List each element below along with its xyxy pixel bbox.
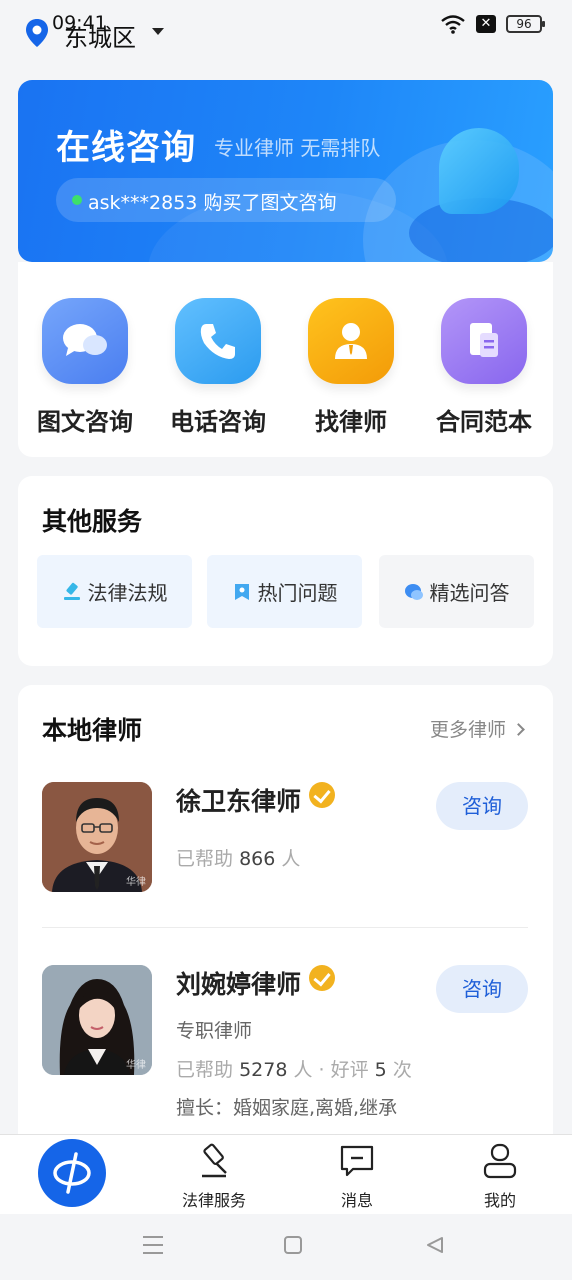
chip-label: 精选问答: [429, 581, 510, 605]
top-bar: 东城区 09:41 ✕ 96: [0, 0, 572, 66]
online-consult-banner[interactable]: 在线咨询 专业律师 无需排队 ask***2853 购买了图文咨询: [18, 80, 553, 262]
rating-unit: 次: [392, 1059, 412, 1081]
wifi-icon: [441, 15, 465, 34]
verified-badge-icon: [309, 965, 336, 991]
lawyer-avatar[interactable]: 华律: [42, 782, 152, 892]
local-lawyers-card: 本地律师 更多律师 华律 徐卫东律师 已帮助 866 人 咨询 华律 刘婉婷律师…: [18, 685, 553, 1145]
chip-selected-qa[interactable]: 精选问答: [379, 555, 534, 628]
status-icons: ✕ 96: [440, 14, 545, 34]
chevron-right-icon: [512, 723, 525, 736]
lawyer-name-text: 徐卫东律师: [176, 787, 302, 816]
chip-label: 热门问题: [257, 581, 338, 605]
chevron-down-icon[interactable]: [152, 28, 164, 35]
helped-count: 866: [239, 848, 276, 870]
menu-icon[interactable]: [143, 1236, 163, 1254]
tab-label: 法律服务: [181, 1191, 246, 1210]
back-triangle-icon[interactable]: [426, 1236, 444, 1254]
chip-hot-questions[interactable]: 热门问题: [207, 555, 362, 628]
helped-unit: 人: [281, 848, 301, 870]
chip-laws-regulations[interactable]: 法律法规: [37, 555, 192, 628]
photo-watermark: 华律: [126, 1060, 146, 1071]
photo-watermark: 华律: [126, 877, 146, 888]
service-phone-consult[interactable]: 电话咨询: [153, 298, 283, 437]
gavel-icon: [202, 1143, 227, 1178]
chat-bubbles-icon: [42, 298, 128, 384]
tab-label: 我的: [483, 1191, 516, 1210]
lawyer-person-icon: [308, 298, 394, 384]
tab-legal-services[interactable]: 法律服务: [164, 1143, 264, 1211]
user-icon: [483, 1143, 517, 1179]
section-title: 本地律师: [42, 716, 143, 745]
consult-button[interactable]: 咨询: [436, 782, 528, 830]
other-services-card: 其他服务 法律法规 热门问题 精选问答: [18, 476, 553, 666]
divider: [42, 927, 528, 928]
service-contract-templates[interactable]: 合同范本: [419, 298, 549, 437]
chat-bubble-3d-icon: [439, 128, 519, 214]
more-lawyers-label: 更多律师: [429, 719, 506, 741]
tab-mine[interactable]: 我的: [450, 1143, 550, 1211]
lawyer-specialty: 擅长：婚姻家庭,离婚,继承: [176, 1097, 398, 1119]
service-find-lawyer[interactable]: 找律师: [286, 298, 416, 437]
lawyer-stats: 已帮助 5278 人 · 好评 5 次: [176, 1055, 412, 1082]
rating-prefix: · 好评: [318, 1059, 369, 1081]
section-title: 其他服务: [42, 507, 143, 536]
lawyer-item[interactable]: 华律 徐卫东律师 已帮助 866 人 咨询: [42, 782, 528, 902]
ticker-text: ask***2853 购买了图文咨询: [88, 192, 337, 214]
home-logo-icon[interactable]: [38, 1139, 106, 1207]
phone-icon: [175, 298, 261, 384]
consult-button[interactable]: 咨询: [436, 965, 528, 1013]
lawyer-name: 刘婉婷律师: [176, 965, 336, 1001]
rating-count: 5: [374, 1059, 387, 1081]
service-label: 合同范本: [436, 408, 532, 436]
purchase-ticker: ask***2853 购买了图文咨询: [56, 178, 396, 222]
no-sim-icon: ✕: [476, 15, 496, 33]
service-label: 电话咨询: [170, 408, 266, 436]
helped-unit: 人: [293, 1059, 313, 1081]
lawyer-stats: 已帮助 866 人: [176, 844, 300, 871]
chip-label: 法律法规: [87, 581, 168, 605]
document-icon: [441, 298, 527, 384]
service-label: 找律师: [315, 408, 387, 436]
lawyer-name: 徐卫东律师: [176, 782, 336, 818]
qa-bubble-icon: [404, 583, 423, 600]
message-icon: [340, 1145, 374, 1177]
lawyer-avatar[interactable]: 华律: [42, 965, 152, 1075]
helped-prefix: 已帮助: [176, 1059, 234, 1081]
banner-subtitle: 专业律师 无需排队: [214, 136, 381, 160]
lawyer-title: 专职律师: [176, 1020, 253, 1042]
service-label: 图文咨询: [37, 408, 133, 436]
system-nav-bar: [0, 1214, 572, 1280]
lawyer-name-text: 刘婉婷律师: [176, 970, 302, 999]
home-square-icon[interactable]: [284, 1236, 302, 1254]
online-dot-icon: [72, 195, 82, 205]
status-time: 09:41: [52, 12, 107, 34]
lawyer-item[interactable]: 华律 刘婉婷律师 专职律师 已帮助 5278 人 · 好评 5 次 擅长：婚姻家…: [42, 965, 528, 1125]
banner-title: 在线咨询: [56, 128, 196, 168]
helped-prefix: 已帮助: [176, 848, 234, 870]
tab-label: 消息: [340, 1191, 373, 1210]
bookmark-icon: [234, 583, 249, 600]
helped-count: 5278: [239, 1059, 288, 1081]
more-lawyers-link[interactable]: 更多律师: [429, 715, 525, 742]
location-pin-icon[interactable]: [24, 18, 50, 48]
gavel-icon: [63, 582, 80, 600]
verified-badge-icon: [309, 782, 336, 808]
quick-services: 图文咨询 电话咨询 找律师 合同范本: [18, 262, 553, 457]
battery-icon: 96: [506, 15, 545, 33]
tab-messages[interactable]: 消息: [307, 1143, 407, 1211]
service-image-text-consult[interactable]: 图文咨询: [20, 298, 150, 437]
bottom-tab-bar: 法律服务 消息 我的: [0, 1134, 572, 1214]
